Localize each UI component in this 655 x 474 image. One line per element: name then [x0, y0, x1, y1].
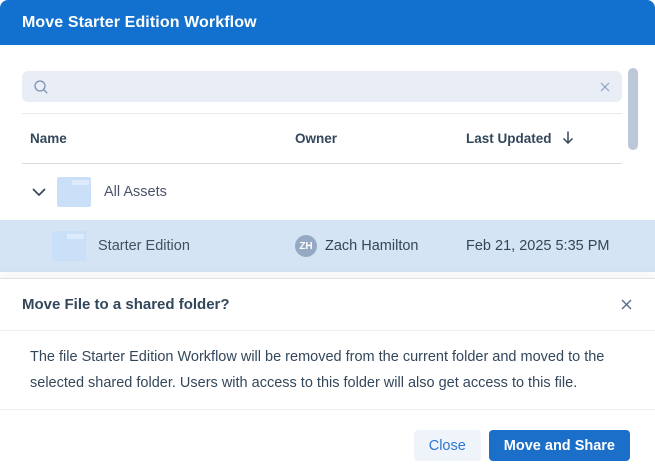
confirmation-body: The file Starter Edition Workflow will b… [0, 331, 655, 409]
search-input[interactable] [57, 71, 599, 102]
folder-row-label: Starter Edition [98, 238, 190, 254]
avatar: ZH [295, 235, 317, 257]
name-cell: Starter Edition [22, 231, 295, 261]
dialog-title: Move Starter Edition Workflow [22, 14, 257, 32]
move-workflow-dialog: Move Starter Edition Workflow Name Owner… [0, 0, 655, 474]
clear-search-icon[interactable] [599, 81, 611, 93]
confirmation-title: Move File to a shared folder? [22, 296, 230, 313]
column-header-name[interactable]: Name [22, 131, 295, 146]
table-header: Name Owner Last Updated [0, 114, 655, 163]
folder-row-starter-edition[interactable]: Starter Edition ZH Zach Hamilton Feb 21,… [0, 220, 655, 272]
owner-cell: ZH Zach Hamilton [295, 235, 466, 257]
column-header-last-updated[interactable]: Last Updated [466, 130, 622, 148]
close-icon[interactable] [620, 298, 633, 311]
last-updated-value: Feb 21, 2025 5:35 PM [466, 238, 622, 254]
folder-row-all-assets[interactable]: All Assets [0, 164, 655, 220]
chevron-down-icon[interactable] [32, 188, 46, 197]
owner-name: Zach Hamilton [325, 238, 418, 254]
search-icon [33, 79, 49, 95]
folder-icon [52, 231, 86, 261]
confirmation-footer: Close Move and Share [0, 410, 655, 461]
close-button[interactable]: Close [414, 430, 481, 461]
scrollbar[interactable] [628, 68, 638, 150]
dialog-header: Move Starter Edition Workflow [0, 0, 655, 45]
move-and-share-button[interactable]: Move and Share [489, 430, 630, 461]
column-header-owner[interactable]: Owner [295, 131, 466, 146]
folder-icon [57, 177, 91, 207]
folder-row-label: All Assets [104, 184, 167, 200]
confirmation-panel: Move File to a shared folder? The file S… [0, 278, 655, 474]
sort-desc-icon[interactable] [561, 130, 575, 148]
confirmation-message: The file Starter Edition Workflow will b… [30, 344, 610, 396]
confirmation-header: Move File to a shared folder? [0, 279, 655, 330]
search-bar[interactable] [22, 71, 622, 102]
